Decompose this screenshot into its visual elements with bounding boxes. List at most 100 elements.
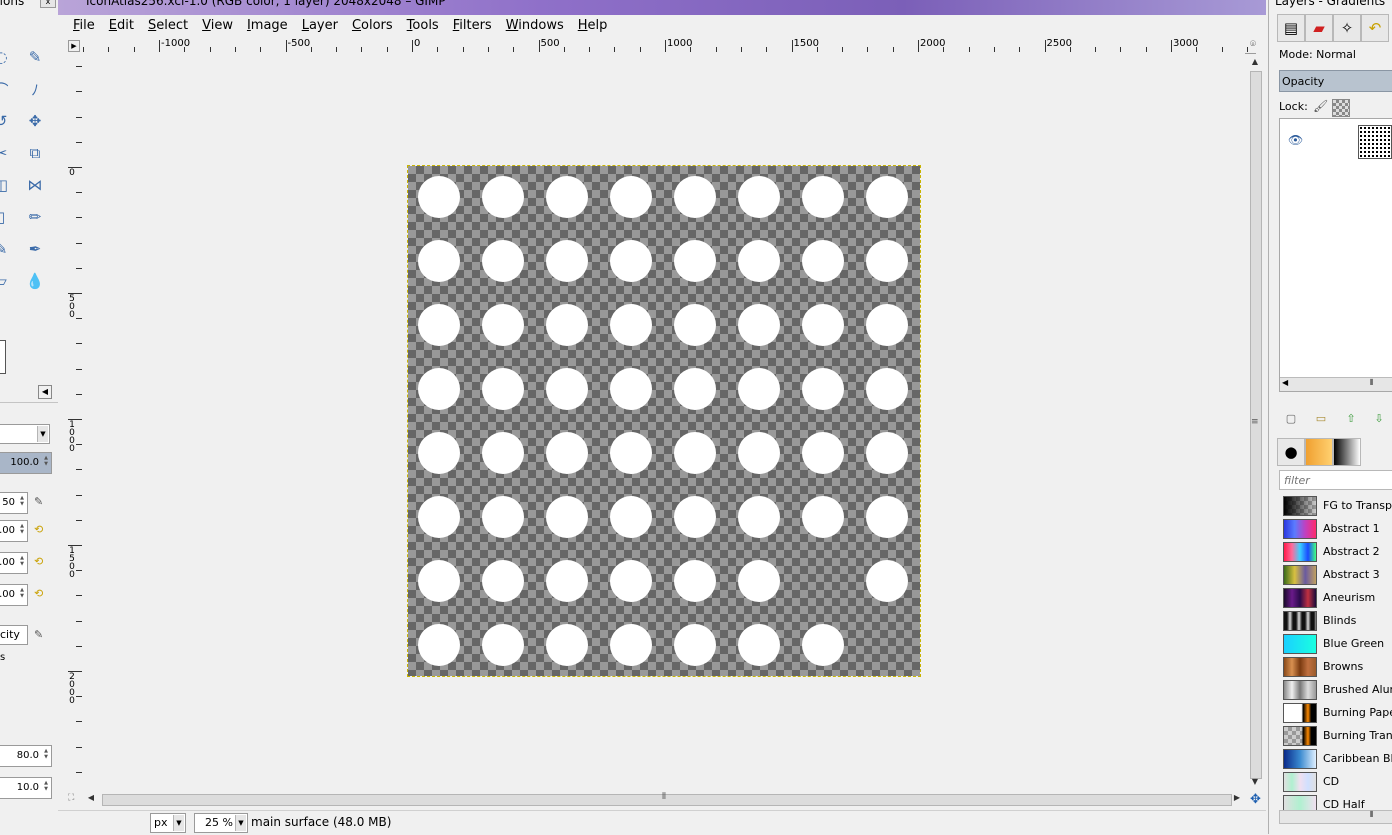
menu-tools[interactable]: Tools [400, 15, 446, 37]
layer-group-icon[interactable]: ▭ [1313, 412, 1329, 426]
gradient-item[interactable]: Blue Green [1283, 632, 1392, 655]
menu-layer[interactable]: Layer [295, 15, 345, 37]
reset-options-icon[interactable]: ◀ [38, 385, 52, 399]
unit-select[interactable]: px ▼ [150, 813, 186, 833]
angle-spinner[interactable]: .00 [0, 552, 28, 574]
link-icon[interactable]: ⟲ [34, 587, 48, 601]
magic-wand-icon[interactable]: ✎ [24, 46, 46, 68]
rate-spinner[interactable]: 80.0 [0, 745, 52, 767]
scroll-down-icon[interactable]: ▼ [1250, 777, 1260, 787]
aspect-spinner[interactable]: .00 [0, 520, 28, 542]
move-icon[interactable]: ✥ [24, 110, 46, 132]
lower-layer-icon[interactable]: ⇩ [1371, 412, 1387, 426]
layers-list[interactable]: 👁 ◀ ⦀ [1279, 118, 1392, 392]
gradient-item[interactable]: Burning Transparency [1283, 724, 1392, 747]
menu-colors[interactable]: Colors [345, 15, 400, 37]
image-canvas[interactable] [407, 165, 921, 677]
free-select-icon[interactable]: ⌒ [0, 78, 12, 100]
brush-size-spinner[interactable]: 50 [0, 492, 28, 514]
ink-icon[interactable]: ✒ [24, 238, 46, 260]
scroll-grip-icon[interactable]: ≡ [1251, 417, 1259, 427]
layer-row[interactable]: 👁 [1280, 119, 1392, 163]
dynamics-select[interactable]: city [0, 625, 28, 645]
cage-transform-icon[interactable]: ⋈ [24, 174, 46, 196]
link-icon[interactable]: ⟲ [34, 555, 48, 569]
layer-thumbnail[interactable] [1358, 125, 1392, 159]
gradient-item[interactable]: Brushed Aluminium [1283, 678, 1392, 701]
flip-icon[interactable]: ◫ [0, 174, 12, 196]
mode-label[interactable]: Mode: Normal [1279, 48, 1356, 61]
mode-select[interactable]: ▼ [0, 424, 50, 444]
rectangle-icon[interactable]: ▯ [0, 206, 12, 228]
menu-help[interactable]: Help [571, 15, 615, 37]
horizontal-scroll-trough[interactable] [102, 794, 1232, 806]
gradient-item[interactable]: CD Half [1283, 793, 1392, 810]
fuzzy-select-icon[interactable]: ↺ [0, 110, 12, 132]
canvas-area[interactable] [82, 53, 1245, 793]
lock-pixels-icon[interactable]: 🖌 [1313, 99, 1328, 113]
gradient-item[interactable]: Caribbean Blues [1283, 747, 1392, 770]
gradient-item[interactable]: Browns [1283, 655, 1392, 678]
gradient-item[interactable]: Aneurism [1283, 586, 1392, 609]
horizontal-scrollbar[interactable]: ◀ ⦀ ▶ [82, 792, 1258, 806]
new-layer-icon[interactable]: ▢ [1283, 412, 1299, 426]
pencil-icon[interactable]: ✏ [24, 206, 46, 228]
blur-icon[interactable]: 💧 [24, 270, 46, 292]
close-icon[interactable]: x [40, 0, 56, 8]
gradients-tab-icon[interactable] [1333, 438, 1361, 466]
scale-icon[interactable]: ⧉ [24, 142, 46, 164]
brushes-tab-icon[interactable]: ● [1277, 438, 1305, 466]
gradient-item[interactable]: Abstract 1 [1283, 517, 1392, 540]
quick-mask-icon[interactable]: ▶ [68, 40, 80, 52]
menu-windows[interactable]: Windows [499, 15, 571, 37]
spacing-spinner[interactable]: .00 [0, 584, 28, 606]
gradient-item[interactable]: Blinds [1283, 609, 1392, 632]
zoom-fit-icon[interactable]: ⛶ [68, 793, 74, 803]
lock-alpha-icon[interactable] [1332, 99, 1350, 117]
layers-tab-icon[interactable]: ▤ [1277, 14, 1305, 42]
menu-select[interactable]: Select [141, 15, 195, 37]
menu-view[interactable]: View [195, 15, 240, 37]
menu-edit[interactable]: Edit [102, 15, 141, 37]
gradient-item[interactable]: Burning Paper [1283, 701, 1392, 724]
channels-tab-icon[interactable]: ▰ [1305, 14, 1333, 42]
layers-hscrollbar[interactable]: ◀ ⦀ [1280, 377, 1392, 391]
edit-dynamics-icon[interactable]: ✎ [34, 628, 48, 642]
zoom-select[interactable]: 25 % ▼ [194, 813, 248, 833]
vertical-ruler[interactable]: 0 5 0 0 1 0 0 0 1 5 0 0 2 0 0 0 [66, 53, 83, 793]
menu-image[interactable]: Image [240, 15, 295, 37]
lasso-icon[interactable]: ◌ [0, 46, 12, 68]
gradient-list[interactable]: FG to Transparent Abstract 1 Abstract 2 Abs… [1279, 494, 1392, 810]
edit-brush-icon[interactable]: ✎ [34, 495, 48, 509]
vertical-scrollbar[interactable]: ▲ ≡ ▼ [1248, 53, 1262, 793]
scroll-left-icon[interactable]: ◀ [86, 793, 96, 803]
menu-filters[interactable]: Filters [446, 15, 499, 37]
undo-tab-icon[interactable]: ↶ [1361, 14, 1389, 42]
opacity-spinner[interactable]: 100.0 [0, 452, 52, 474]
scroll-up-icon[interactable]: ▲ [1250, 57, 1260, 67]
flow-spinner[interactable]: 10.0 [0, 777, 52, 799]
menu-file[interactable]: File [66, 15, 102, 37]
paintbrush-icon[interactable]: ✎ [0, 238, 12, 260]
crop-icon[interactable]: ✂ [0, 142, 12, 164]
gradient-list-hscrollbar[interactable]: ⦀ [1279, 810, 1392, 824]
paths-icon[interactable]: ﾉ [24, 78, 46, 100]
paths-tab-icon[interactable]: ✧ [1333, 14, 1361, 42]
gradient-item[interactable]: CD [1283, 770, 1392, 793]
gradient-item[interactable]: Abstract 3 [1283, 563, 1392, 586]
scroll-grip-icon[interactable]: ⦀ [662, 792, 666, 802]
navigate-icon[interactable]: ✥ [1250, 792, 1261, 807]
zoom-lock-icon[interactable]: ⌾ [1250, 40, 1260, 50]
raise-layer-icon[interactable]: ⇧ [1343, 412, 1359, 426]
eye-visibility-icon[interactable]: 👁 [1288, 133, 1303, 147]
patterns-tab-icon[interactable] [1305, 438, 1333, 466]
brush-preview[interactable] [0, 340, 6, 374]
gradient-item[interactable]: FG to Transparent [1283, 494, 1392, 517]
clone-icon[interactable]: ▱ [0, 270, 12, 292]
gradient-filter-input[interactable] [1279, 470, 1392, 490]
horizontal-ruler[interactable]: -1000 -500 0 500 1000 1500 2000 2500 3000 [82, 38, 1256, 54]
link-icon[interactable]: ⟲ [34, 523, 48, 537]
scroll-right-icon[interactable]: ▶ [1232, 793, 1242, 803]
gradient-item[interactable]: Abstract 2 [1283, 540, 1392, 563]
opacity-slider[interactable]: Opacity [1279, 70, 1392, 92]
